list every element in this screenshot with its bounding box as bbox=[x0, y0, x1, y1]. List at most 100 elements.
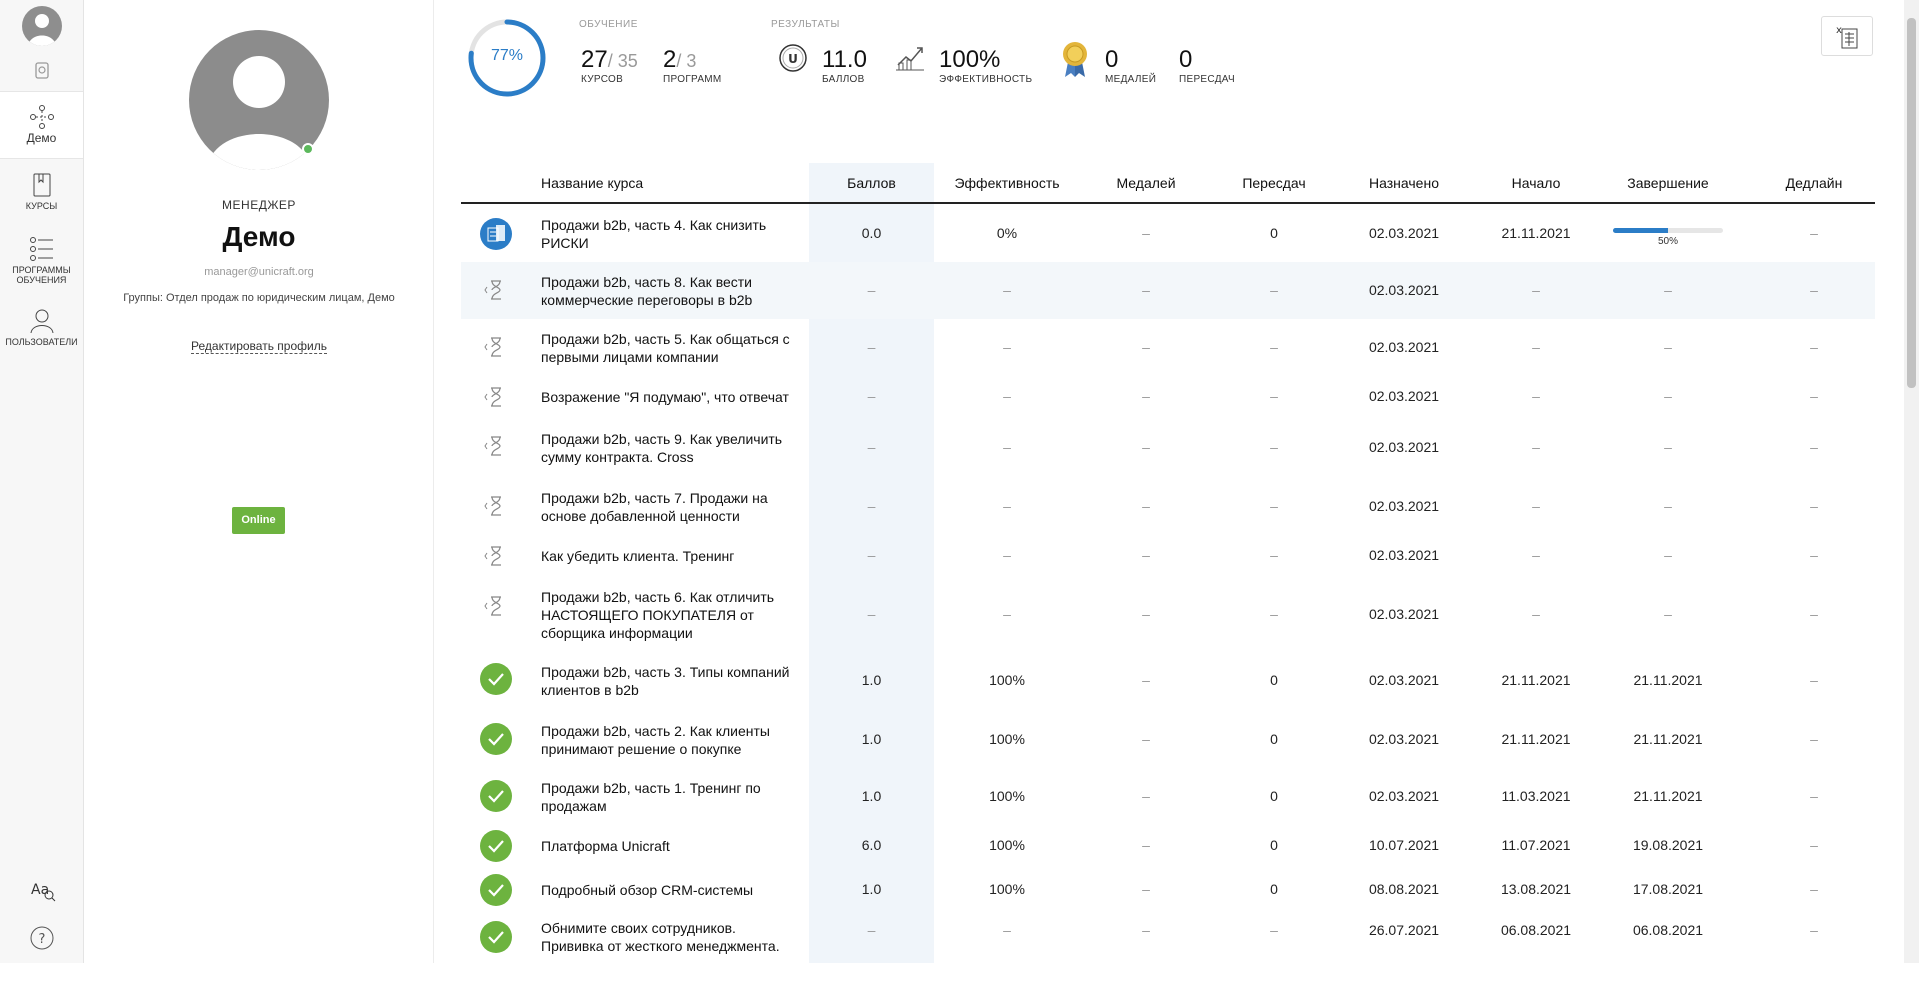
header-assigned[interactable]: Назначено bbox=[1339, 175, 1469, 191]
nav-item-demo[interactable]: Демо bbox=[0, 91, 83, 159]
help-icon[interactable]: ? bbox=[28, 924, 56, 952]
cell-points: – bbox=[867, 497, 876, 514]
cell-points: 0.0 bbox=[861, 225, 882, 241]
nav-item-programs[interactable]: Программы обучения bbox=[0, 236, 83, 291]
table-row[interactable]: Продажи b2b, часть 6. Как отличить НАСТО… bbox=[461, 578, 1875, 651]
nav-label-users: Пользователи bbox=[5, 337, 78, 347]
cell-eff: – bbox=[1003, 338, 1011, 355]
cell-points: – bbox=[867, 439, 876, 455]
check-circle-icon bbox=[479, 722, 513, 756]
cell-medals: – bbox=[1142, 837, 1150, 853]
hourglass-icon bbox=[479, 589, 513, 623]
table-row[interactable]: Платформа Unicraft 6.0 100% – 0 10.07.2021 11.… bbox=[461, 825, 1875, 867]
header-medals[interactable]: Медалей bbox=[1081, 175, 1211, 191]
medals-value: 0 bbox=[1105, 46, 1119, 73]
cell-medals: – bbox=[1142, 225, 1150, 241]
table-row[interactable]: Продажи b2b, часть 5. Как общаться с пер… bbox=[461, 319, 1875, 376]
edit-profile-label[interactable]: Редактировать профиль bbox=[191, 339, 327, 354]
header-retakes[interactable]: Пересдач bbox=[1209, 175, 1339, 191]
cell-start: – bbox=[1532, 281, 1540, 298]
table-row[interactable]: Обнимите своих сотрудников. Прививка от … bbox=[461, 911, 1875, 989]
cell-assigned: 26.07.2021 bbox=[1368, 922, 1440, 938]
svg-text:U: U bbox=[788, 52, 798, 66]
course-title[interactable]: Возражение "Я подумаю", что отвечат bbox=[541, 388, 801, 406]
course-title[interactable]: Как убедить клиента. Тренинг bbox=[541, 547, 801, 565]
course-title[interactable]: Продажи b2b, часть 2. Как клиенты приним… bbox=[541, 722, 801, 758]
cell-medals: – bbox=[1142, 730, 1150, 747]
check-circle-icon bbox=[479, 662, 513, 696]
table-row[interactable]: Продажи b2b, часть 3. Типы компаний клие… bbox=[461, 651, 1875, 711]
course-title[interactable]: Продажи b2b, часть 9. Как увеличить сумм… bbox=[541, 430, 801, 466]
table-row[interactable]: Продажи b2b, часть 8. Как вести коммерче… bbox=[461, 262, 1875, 319]
cell-deadline: – bbox=[1810, 281, 1818, 298]
user-avatar-icon[interactable] bbox=[22, 6, 62, 46]
cell-eff: – bbox=[1003, 922, 1011, 938]
course-title[interactable]: Продажи b2b, часть 8. Как вести коммерче… bbox=[541, 273, 801, 309]
cell-eff: – bbox=[1003, 281, 1011, 298]
cell-deadline: – bbox=[1810, 338, 1818, 355]
cell-eff: 0% bbox=[996, 225, 1018, 241]
cell-start: 21.11.2021 bbox=[1501, 225, 1571, 241]
course-title[interactable]: Продажи b2b, часть 5. Как общаться с пер… bbox=[541, 330, 801, 366]
cell-points: 6.0 bbox=[861, 837, 882, 853]
cell-points: – bbox=[867, 922, 876, 938]
course-in-progress-icon bbox=[479, 217, 513, 251]
table-row[interactable]: Продажи b2b, часть 4. Как снизить РИСКИ 0… bbox=[461, 206, 1875, 262]
table-row[interactable]: Продажи b2b, часть 1. Тренинг по продажа… bbox=[461, 768, 1875, 825]
course-title[interactable]: Платформа Unicraft bbox=[541, 837, 801, 855]
profile-role: МЕНЕДЖЕР bbox=[222, 198, 296, 212]
scrollbar-thumb[interactable] bbox=[1907, 18, 1916, 388]
course-title[interactable]: Продажи b2b, часть 3. Типы компаний клие… bbox=[541, 663, 801, 699]
header-efficiency[interactable]: Эффективность bbox=[942, 175, 1072, 191]
results-title: РЕЗУЛЬТАТЫ bbox=[771, 19, 840, 30]
table-row[interactable]: Продажи b2b, часть 9. Как увеличить сумм… bbox=[461, 418, 1875, 478]
cell-deadline: – bbox=[1810, 672, 1818, 688]
cell-deadline: – bbox=[1810, 837, 1818, 853]
header-deadline[interactable]: Дедлайн bbox=[1749, 175, 1879, 191]
nav-item-users[interactable]: Пользователи bbox=[0, 308, 83, 353]
table-row[interactable]: Как убедить клиента. Тренинг – – – – 02.03.20… bbox=[461, 535, 1875, 577]
cell-points: 1.0 bbox=[861, 880, 882, 897]
nav-label-demo: Демо bbox=[26, 131, 57, 145]
course-title[interactable]: Продажи b2b, часть 6. Как отличить НАСТО… bbox=[541, 588, 801, 642]
online-status-button[interactable]: Online bbox=[232, 507, 285, 534]
course-title[interactable]: Продажи b2b, часть 4. Как снизить РИСКИ bbox=[541, 216, 801, 252]
stat-efficiency: 100% ЭФФЕКТИВНОСТЬ bbox=[939, 46, 1032, 85]
course-title[interactable]: Обнимите своих сотрудников. Прививка от … bbox=[541, 919, 801, 955]
programs-total: / 3 bbox=[676, 51, 697, 71]
cell-end: – bbox=[1664, 439, 1672, 455]
header-end[interactable]: Завершение bbox=[1603, 175, 1733, 191]
cell-deadline: – bbox=[1810, 787, 1818, 804]
badge-icon[interactable] bbox=[32, 60, 52, 80]
cell-eff: 100% bbox=[989, 837, 1025, 853]
cell-assigned: 02.03.2021 bbox=[1368, 281, 1440, 298]
cell-retakes: 0 bbox=[1270, 787, 1278, 804]
cell-assigned: 02.03.2021 bbox=[1368, 672, 1440, 688]
export-excel-button[interactable]: x bbox=[1821, 16, 1873, 56]
cell-eff: – bbox=[1003, 388, 1011, 404]
nav-item-courses[interactable]: Курсы bbox=[0, 172, 83, 222]
course-title[interactable]: Продажи b2b, часть 1. Тренинг по продажа… bbox=[541, 779, 801, 815]
course-title[interactable]: Подробный обзор CRM-системы bbox=[541, 881, 801, 899]
cell-retakes: – bbox=[1270, 547, 1278, 563]
list-icon bbox=[29, 237, 53, 261]
svg-text:Aa: Aa bbox=[31, 882, 49, 898]
svg-text:?: ? bbox=[39, 932, 46, 947]
retakes-value: 0 bbox=[1179, 46, 1193, 73]
cell-medals: – bbox=[1142, 922, 1150, 938]
course-title[interactable]: Продажи b2b, часть 7. Продажи на основе … bbox=[541, 489, 801, 525]
cell-eff: 100% bbox=[989, 787, 1025, 804]
courses-label: КУРСОВ bbox=[581, 74, 624, 85]
header-points[interactable]: Баллов bbox=[809, 175, 934, 191]
header-course-name[interactable]: Название курса bbox=[541, 175, 643, 191]
table-row[interactable]: Продажи b2b, часть 2. Как клиенты приним… bbox=[461, 711, 1875, 768]
table-row[interactable]: Подробный обзор CRM-системы 1.0 100% – 0 08.0… bbox=[461, 868, 1875, 911]
cell-retakes: – bbox=[1270, 922, 1278, 938]
table-row[interactable]: Продажи b2b, часть 7. Продажи на основе … bbox=[461, 478, 1875, 535]
table-row[interactable]: Возражение "Я подумаю", что отвечат – – – – 0… bbox=[461, 376, 1875, 418]
edit-profile-link[interactable]: Редактировать профиль bbox=[84, 339, 434, 354]
header-start[interactable]: Начало bbox=[1471, 175, 1601, 191]
scrollbar[interactable] bbox=[1904, 0, 1919, 963]
font-size-icon[interactable]: Aa bbox=[28, 875, 56, 903]
cell-assigned: 10.07.2021 bbox=[1368, 837, 1440, 853]
